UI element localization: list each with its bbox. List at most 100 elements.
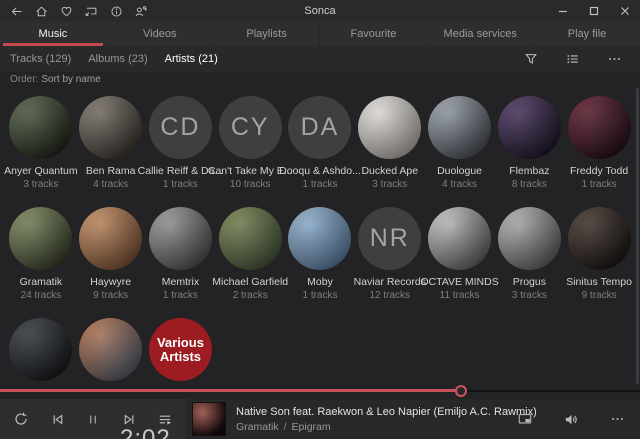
tab-music[interactable]: Music — [0, 22, 106, 46]
vertical-scrollbar[interactable] — [636, 88, 639, 384]
artist-item-flembaz[interactable]: Flembaz 8 tracks — [494, 96, 564, 207]
subtab-artists-21[interactable]: Artists (21) — [165, 53, 218, 65]
artist-item-ben-rama[interactable]: Ben Rama 4 tracks — [76, 96, 146, 207]
artist-artwork — [497, 96, 561, 159]
artist-item-progus[interactable]: Progus 3 tracks — [494, 207, 564, 318]
artist-item-octave-minds[interactable]: OCTAVE MINDS 11 tracks — [420, 207, 499, 318]
artist-artwork — [79, 96, 143, 159]
artist-item-gramatik[interactable]: Gramatik 24 tracks — [6, 207, 76, 318]
tab-favourite[interactable]: Favourite — [319, 22, 426, 46]
artist-artwork: DA — [288, 96, 352, 159]
account-key-icon[interactable] — [134, 4, 148, 18]
artist-artwork — [567, 96, 631, 159]
subtab-albums-23[interactable]: Albums (23) — [88, 53, 147, 65]
home-icon[interactable] — [34, 4, 48, 18]
artist-item[interactable]: Various Artists — [146, 318, 216, 385]
tab-videos[interactable]: Videos — [105, 22, 213, 46]
artist-artwork — [79, 207, 143, 270]
artist-initials: CY — [230, 113, 270, 141]
sort-order-control[interactable]: Order: Sort by name — [10, 74, 101, 85]
repeat-icon[interactable] — [12, 410, 30, 428]
artist-track-count: 1 tracks — [162, 179, 198, 190]
album-art[interactable] — [192, 402, 226, 436]
artist-name: Memtrix — [161, 276, 200, 288]
seek-bar[interactable] — [0, 383, 640, 399]
artist-badge-text: Various Artists — [156, 334, 204, 364]
artist-item-callie-reiff-da[interactable]: CD Callie Reiff & Da... 1 tracks — [138, 96, 223, 207]
tab-label: Videos — [143, 28, 177, 40]
artist-name: Sinitus Tempo — [566, 276, 632, 288]
artist-name: Flembaz — [509, 165, 550, 177]
now-playing[interactable]: Native Son feat. Raekwon & Leo Napier (E… — [186, 399, 537, 439]
seek-handle[interactable] — [454, 385, 467, 397]
maximize-button[interactable] — [578, 0, 609, 22]
tab-label: Favourite — [350, 28, 397, 40]
filter-icon[interactable] — [524, 52, 538, 66]
seek-fill — [0, 389, 461, 392]
artist-track-count: 24 tracks — [20, 290, 62, 301]
tab-play-file[interactable]: Play file — [533, 22, 640, 46]
subtab-tracks-129[interactable]: Tracks (129) — [10, 53, 71, 65]
artist-artwork: Various Artists — [148, 318, 212, 381]
artist-artwork — [148, 207, 212, 270]
artist-name: OCTAVE MINDS — [420, 276, 499, 288]
more-icon[interactable] — [607, 52, 622, 66]
artist-name: Ben Rama — [85, 165, 136, 177]
artist-item-duologue[interactable]: Duologue 4 tracks — [425, 96, 495, 207]
volume-icon[interactable] — [562, 410, 580, 428]
artist-item[interactable] — [6, 318, 76, 385]
artist-initials: NR — [369, 224, 410, 252]
track-title: Native Son feat. Raekwon & Leo Napier (E… — [236, 405, 537, 418]
artist-artwork — [358, 96, 422, 159]
previous-icon[interactable] — [48, 410, 66, 428]
tab-playlists[interactable]: Playlists — [212, 22, 320, 46]
artist-initials: CD — [160, 113, 201, 141]
pause-icon[interactable] — [84, 410, 102, 428]
artist-item-freddy-todd[interactable]: Freddy Todd 1 tracks — [564, 96, 634, 207]
artist-item-ducked-ape[interactable]: Ducked Ape 3 tracks — [355, 96, 425, 207]
artist-track-count: 1 tracks — [302, 179, 338, 190]
tab-media-services[interactable]: Media services — [426, 22, 533, 46]
artist-track-count: 2 tracks — [232, 290, 268, 301]
artist-item-anyer-quantum[interactable]: Anyer Quantum 3 tracks — [4, 96, 78, 207]
artist-track-count: 4 tracks — [93, 179, 129, 190]
artist-item-dooqu-ashdo[interactable]: DA Dooqu & Ashdo... 1 tracks — [279, 96, 361, 207]
multiselect-icon[interactable] — [565, 52, 580, 66]
artist-item[interactable] — [76, 318, 146, 385]
artist-artwork: NR — [358, 207, 422, 270]
artist-item-michael-garfield[interactable]: Michael Garfield 2 tracks — [212, 207, 288, 318]
artist-item-memtrix[interactable]: Memtrix 1 tracks — [146, 207, 216, 318]
artist-item-naviar-records[interactable]: NR Naviar Records 12 tracks — [354, 207, 426, 318]
close-button[interactable] — [609, 0, 640, 22]
library-subtabs: Tracks (129) Albums (23) Artists (21) — [0, 46, 640, 72]
artist-artwork — [497, 207, 561, 270]
artist-track-count: 1 tracks — [581, 179, 617, 190]
minimize-button[interactable] — [547, 0, 578, 22]
track-artist: Gramatik — [236, 420, 279, 433]
tab-label: Play file — [567, 28, 607, 40]
artist-artwork — [428, 96, 492, 159]
artist-track-count: 1 tracks — [162, 290, 198, 301]
artist-artwork — [218, 207, 282, 270]
heart-icon[interactable] — [59, 4, 73, 18]
artist-name: Anyer Quantum — [4, 165, 78, 177]
tab-label: Playlists — [246, 28, 287, 40]
artist-artwork: CD — [148, 96, 212, 159]
artist-artwork: CY — [218, 96, 282, 159]
artist-name: Freddy Todd — [570, 165, 629, 177]
artist-item-moby[interactable]: Moby 1 tracks — [285, 207, 355, 318]
artist-initials: DA — [300, 113, 340, 141]
artist-item-sinitus-tempo[interactable]: Sinitus Tempo 9 tracks — [564, 207, 634, 318]
artist-track-count: 10 tracks — [229, 179, 271, 190]
info-icon[interactable] — [109, 4, 123, 18]
artist-item-haywyre[interactable]: Haywyre 9 tracks — [76, 207, 146, 318]
artist-item-can-t-take-my-e[interactable]: CY Can't Take My E... 10 tracks — [208, 96, 293, 207]
mini-player-icon[interactable] — [516, 410, 534, 428]
connect-device-icon[interactable] — [84, 4, 98, 18]
subtab-slot: Tracks (129) Albums (23) Artists (21) — [10, 53, 218, 65]
artist-name: Duologue — [437, 165, 483, 177]
artist-artwork — [9, 96, 73, 159]
back-icon[interactable] — [9, 4, 23, 18]
artist-track-count: 3 tracks — [372, 179, 408, 190]
more-icon[interactable] — [608, 410, 626, 428]
